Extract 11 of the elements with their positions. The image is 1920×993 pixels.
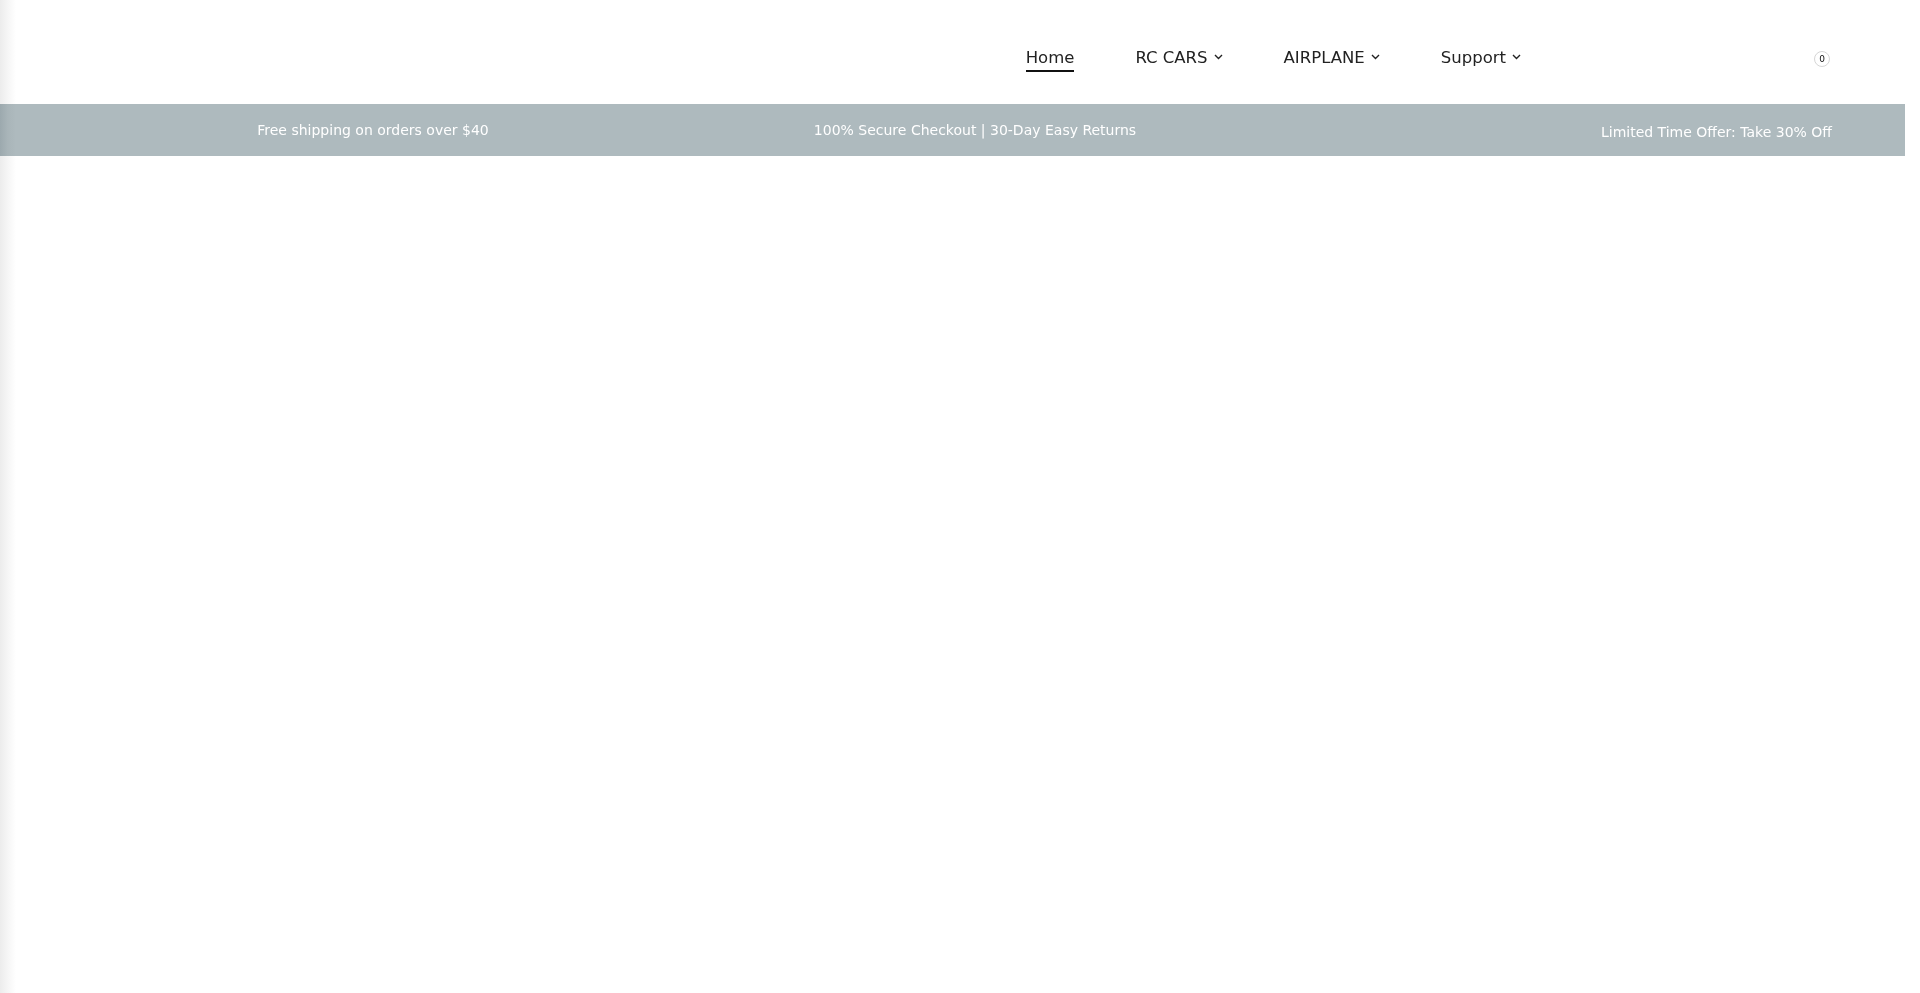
cart-count-badge[interactable]: 0 bbox=[1814, 51, 1830, 67]
chevron-down-icon bbox=[1213, 54, 1223, 61]
promo-text: Free shipping on orders over $40 bbox=[257, 121, 489, 138]
promo-text: Limited Time Offer: Take 30% Off bbox=[1600, 123, 1832, 140]
nav-link[interactable]: Home bbox=[1025, 47, 1075, 73]
nav-link[interactable]: RC CARS bbox=[1135, 47, 1223, 73]
nav-link[interactable]: Support bbox=[1440, 47, 1521, 73]
nav-link[interactable]: AIRPLANE bbox=[1283, 47, 1380, 73]
chevron-down-icon bbox=[1370, 54, 1380, 61]
chevron-down-icon bbox=[1512, 54, 1521, 61]
promo-text: 100% Secure Checkout | 30-Day Easy Returns bbox=[813, 121, 1137, 138]
